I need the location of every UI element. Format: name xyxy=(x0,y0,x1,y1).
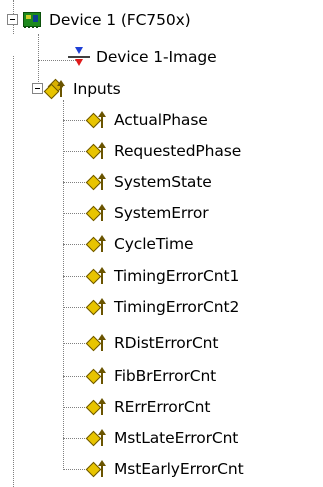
input-variable-icon xyxy=(85,332,108,354)
inputs-group-icon xyxy=(43,78,67,100)
device-icon xyxy=(21,9,43,31)
tree-item-label: RequestedPhase xyxy=(114,142,242,160)
tree-item-rerrerrorcnt[interactable]: RErrErrorCnt xyxy=(85,392,211,422)
tree-item-rdisterrorcnt[interactable]: RDistErrorCnt xyxy=(85,328,219,358)
input-variable-icon xyxy=(85,140,108,162)
input-variable-icon xyxy=(85,109,108,131)
device-collapse-toggle[interactable] xyxy=(7,14,18,25)
tree-item-cycletime[interactable]: CycleTime xyxy=(85,229,194,259)
tree-item-label: RDistErrorCnt xyxy=(114,334,219,352)
inputs-collapse-toggle[interactable] xyxy=(32,83,43,94)
tree-item-mstearlyerrorcnt[interactable]: MstEarlyErrorCnt xyxy=(85,454,245,484)
input-variable-icon xyxy=(85,427,108,449)
tree-item-actualphase[interactable]: ActualPhase xyxy=(85,105,209,135)
tree-node-image[interactable]: Device 1-Image xyxy=(68,42,218,72)
input-variable-icon xyxy=(85,458,108,480)
tree-item-label: SystemError xyxy=(114,204,209,222)
input-variable-icon xyxy=(85,171,108,193)
tree-guide-root-lower xyxy=(13,56,14,487)
input-variable-icon xyxy=(85,202,108,224)
input-variable-icon xyxy=(85,265,108,287)
tree-guide-device-children xyxy=(38,34,39,90)
tree-node-inputs[interactable]: Inputs xyxy=(43,74,122,104)
tree-item-label: FibBrErrorCnt xyxy=(114,367,217,385)
input-variable-icon xyxy=(85,365,108,387)
tree-item-label: CycleTime xyxy=(114,235,194,253)
tree-node-image-label: Device 1-Image xyxy=(96,48,217,66)
tree-node-inputs-label: Inputs xyxy=(73,80,121,98)
tree-item-systemstate[interactable]: SystemState xyxy=(85,167,213,197)
tree-item-label: RErrErrorCnt xyxy=(114,398,211,416)
tree-item-systemerror[interactable]: SystemError xyxy=(85,198,209,228)
tree-node-device-label: Device 1 (FC750x) xyxy=(49,11,191,29)
tree-item-label: TimingErrorCnt2 xyxy=(114,298,240,316)
tree-item-label: ActualPhase xyxy=(114,111,208,129)
tree-item-label: TimingErrorCnt1 xyxy=(114,267,240,285)
input-variable-icon xyxy=(85,233,108,255)
tree-item-fibbrerrorcnt[interactable]: FibBrErrorCnt xyxy=(85,361,217,391)
tree-item-label: MstLateErrorCnt xyxy=(114,429,239,447)
tree-item-timingerrorcnt1[interactable]: TimingErrorCnt1 xyxy=(85,261,240,291)
input-variable-icon xyxy=(85,296,108,318)
tree-item-timingerrorcnt2[interactable]: TimingErrorCnt2 xyxy=(85,292,240,322)
tree-item-mstlateerrorcnt[interactable]: MstLateErrorCnt xyxy=(85,423,239,453)
tree-item-label: MstEarlyErrorCnt xyxy=(114,460,244,478)
input-variable-icon xyxy=(85,396,108,418)
image-icon xyxy=(68,46,90,68)
tree-guide-inputs-children xyxy=(63,100,64,470)
tree-node-device[interactable]: Device 1 (FC750x) xyxy=(21,5,192,35)
tree-item-requestedphase[interactable]: RequestedPhase xyxy=(85,136,242,166)
tree-item-label: SystemState xyxy=(114,173,212,191)
device-tree: Device 1 (FC750x) Device 1-Image Inputs … xyxy=(0,0,323,487)
